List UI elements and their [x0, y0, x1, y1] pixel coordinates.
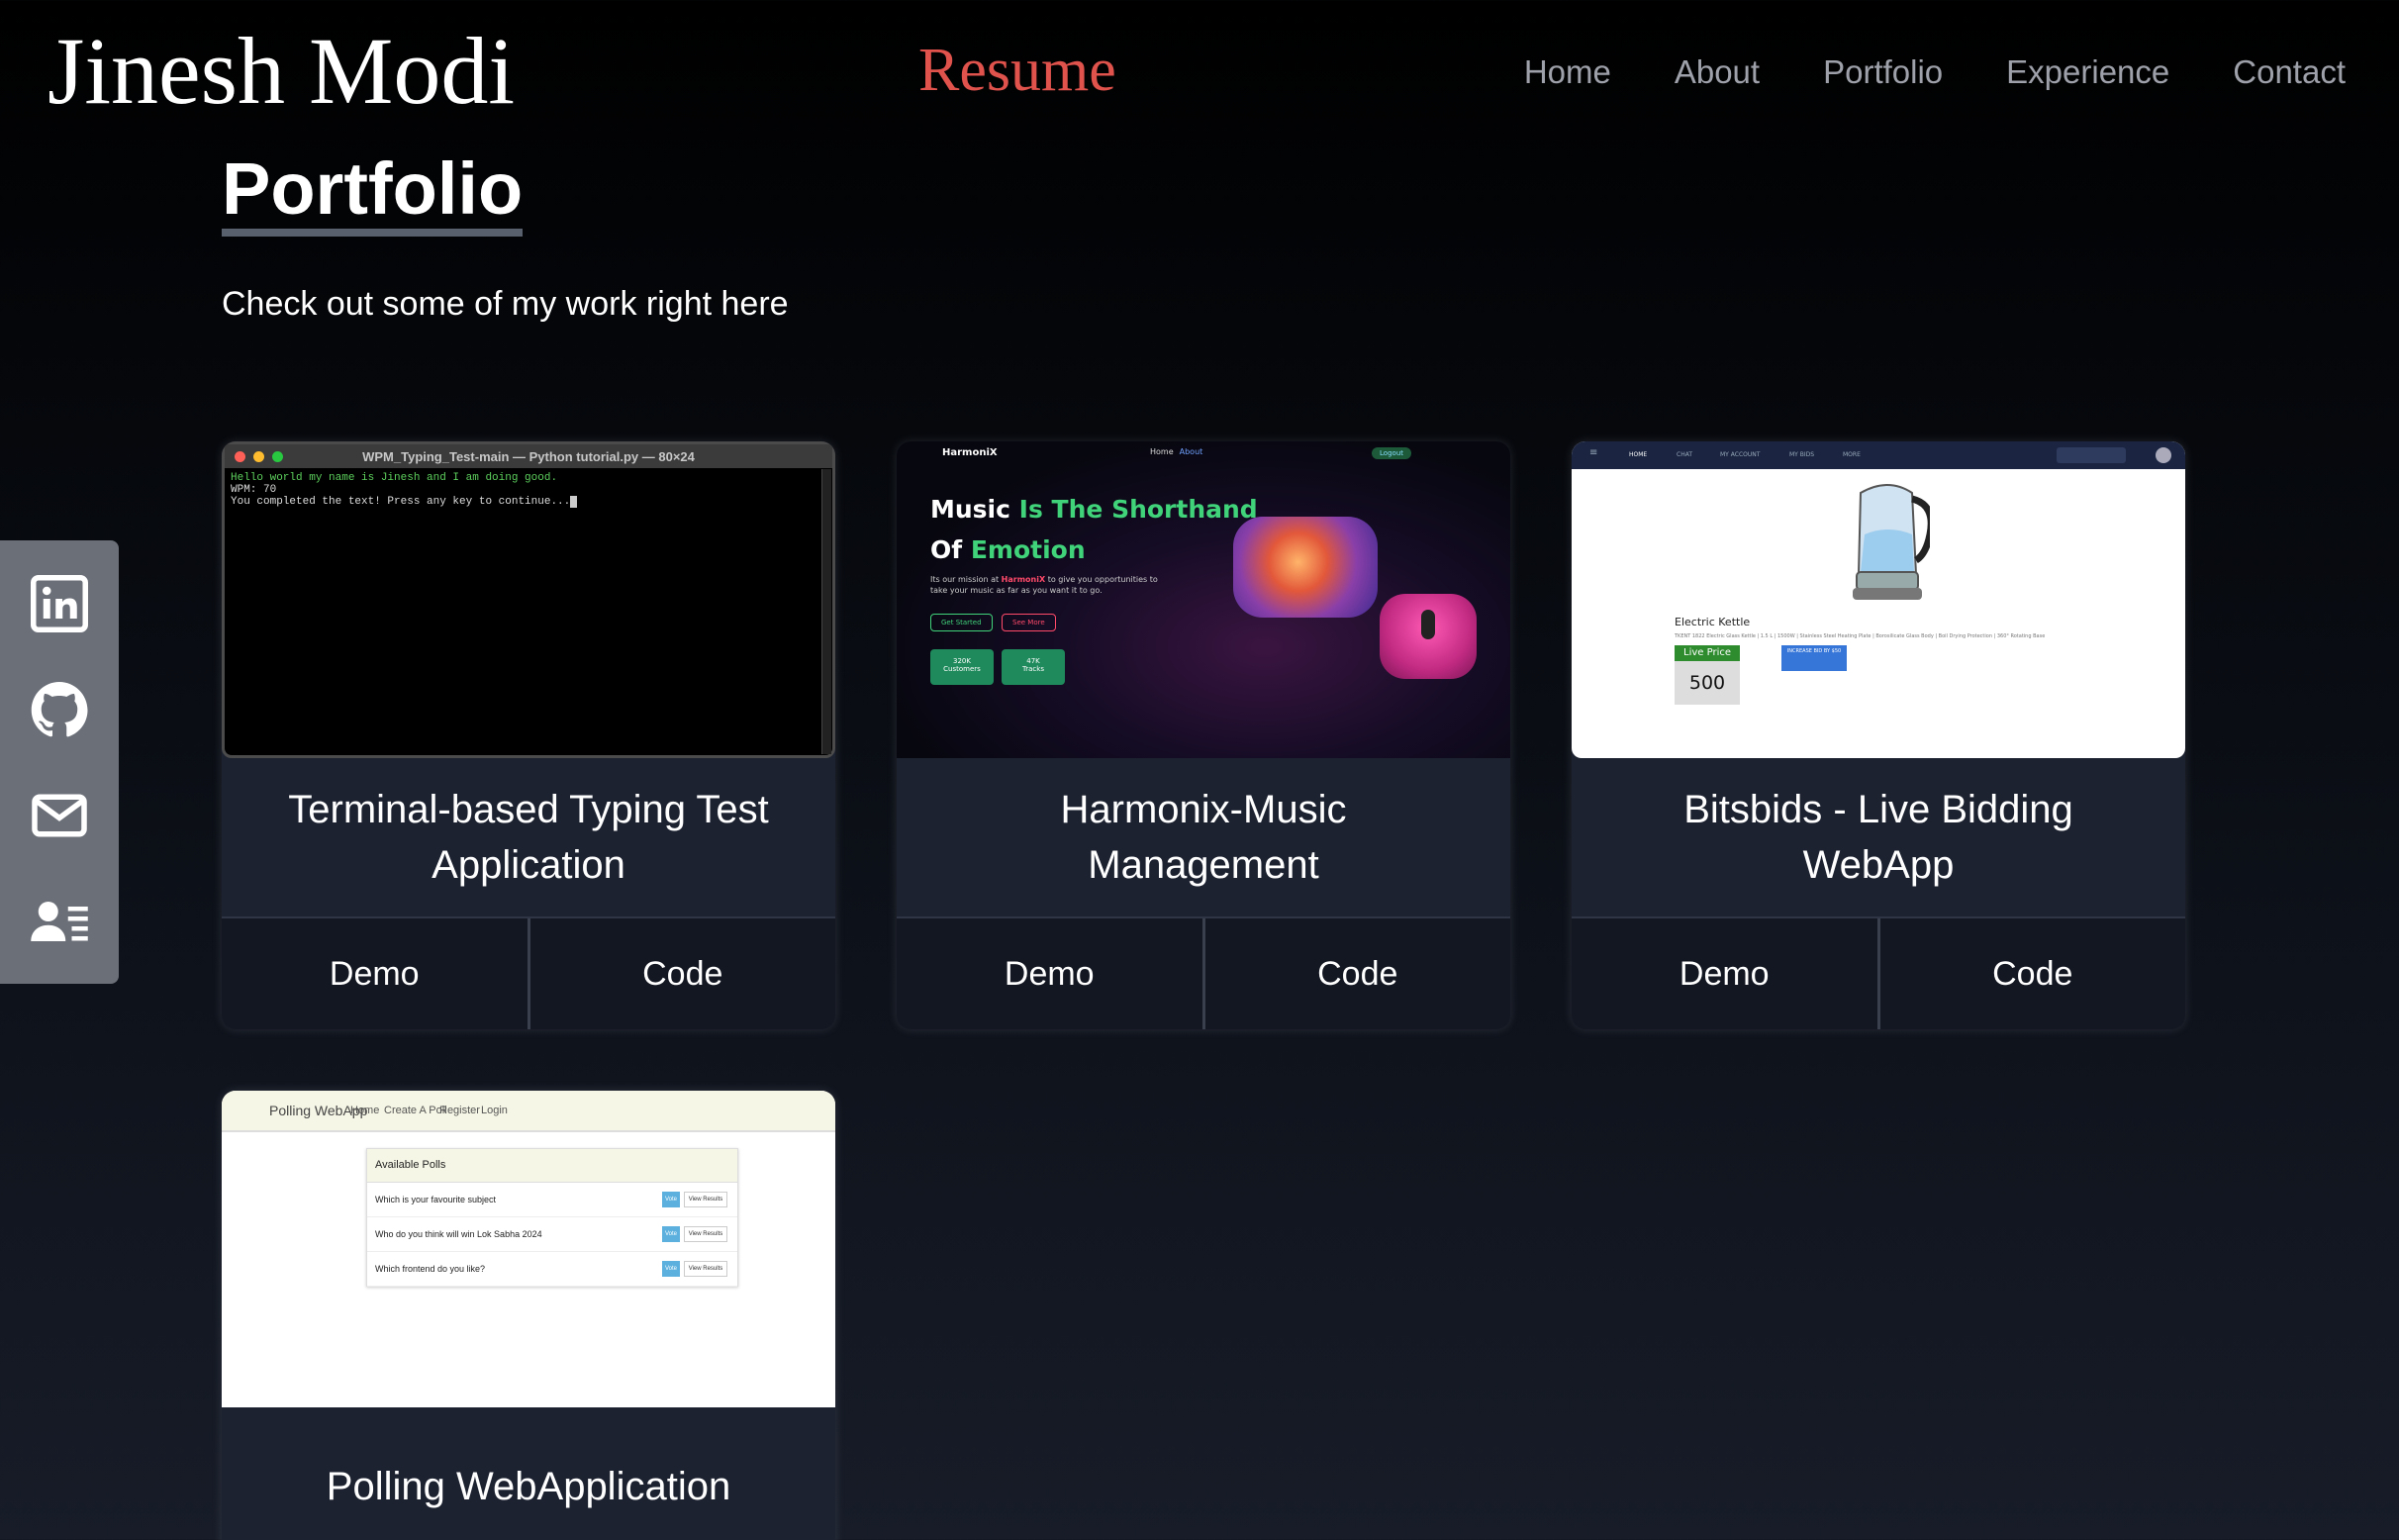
project-screenshot: ≡ HOME CHAT MY ACCOUNT MY BIDS MORE Elec…: [1572, 441, 2185, 758]
mail-icon[interactable]: [30, 786, 89, 845]
resume-contact-icon[interactable]: [30, 892, 89, 951]
project-screenshot: HarmoniX Home About Logout Music Is The S…: [897, 441, 1510, 758]
project-card-bitsbids: ≡ HOME CHAT MY ACCOUNT MY BIDS MORE Elec…: [1572, 441, 2185, 1029]
nav-home[interactable]: Home: [1524, 53, 1611, 91]
harmonix-headline: Music Is The Shorthand Of Emotion: [930, 495, 1258, 565]
product-desc: TKENT 1822 Electric Glass Kettle | 1.5 L…: [1675, 633, 2046, 639]
project-title: Terminal-based Typing Test Application: [288, 788, 769, 887]
project-title: Bitsbids - Live Bidding WebApp: [1683, 788, 2073, 887]
page-title: Portfolio: [222, 148, 524, 238]
nav-contact[interactable]: Contact: [2233, 53, 2346, 91]
project-screenshot: WPM_Typing_Test-main — Python tutorial.p…: [222, 441, 835, 758]
project-card-polling: Polling WebApp Home Create A Poll Regist…: [222, 1091, 835, 1540]
code-button[interactable]: Code: [1876, 918, 2185, 1029]
demo-button[interactable]: Demo: [897, 918, 1202, 1029]
nav-portfolio[interactable]: Portfolio: [1823, 53, 1943, 91]
page-subtitle: Check out some of my work right here: [222, 285, 789, 323]
social-sidebar: [0, 540, 119, 984]
site-brand[interactable]: Jinesh Modi: [48, 21, 515, 122]
nav-about[interactable]: About: [1675, 53, 1760, 91]
terminal-line: WPM: 70: [231, 484, 277, 497]
nav-experience[interactable]: Experience: [2006, 53, 2169, 91]
code-button[interactable]: Code: [527, 918, 835, 1029]
project-card-typing-test: WPM_Typing_Test-main — Python tutorial.p…: [222, 441, 835, 1029]
demo-button[interactable]: Demo: [1572, 918, 1877, 1029]
project-screenshot: Polling WebApp Home Create A Poll Regist…: [222, 1091, 835, 1407]
project-title: Polling WebApplication: [326, 1465, 731, 1508]
live-price: 500: [1675, 661, 1740, 705]
project-card-harmonix: HarmoniX Home About Logout Music Is The S…: [897, 441, 1510, 1029]
terminal-line: You completed the text! Press any key to…: [231, 496, 571, 509]
terminal-window-title: WPM_Typing_Test-main — Python tutorial.p…: [362, 448, 695, 464]
resume-link[interactable]: Resume: [918, 36, 1116, 106]
code-button[interactable]: Code: [1201, 918, 1510, 1029]
harmonix-logo: HarmoniX: [942, 447, 998, 458]
main-nav: Home About Portfolio Experience Contact: [1524, 53, 2346, 91]
demo-button[interactable]: Demo: [222, 918, 528, 1029]
project-title: Harmonix-Music Management: [1060, 788, 1347, 887]
github-icon[interactable]: [30, 680, 89, 739]
terminal-line: Hello world my name is Jinesh and I am d…: [231, 472, 558, 484]
linkedin-icon[interactable]: [30, 574, 89, 633]
kettle-image: [1853, 484, 1930, 600]
product-name: Electric Kettle: [1675, 616, 1751, 628]
